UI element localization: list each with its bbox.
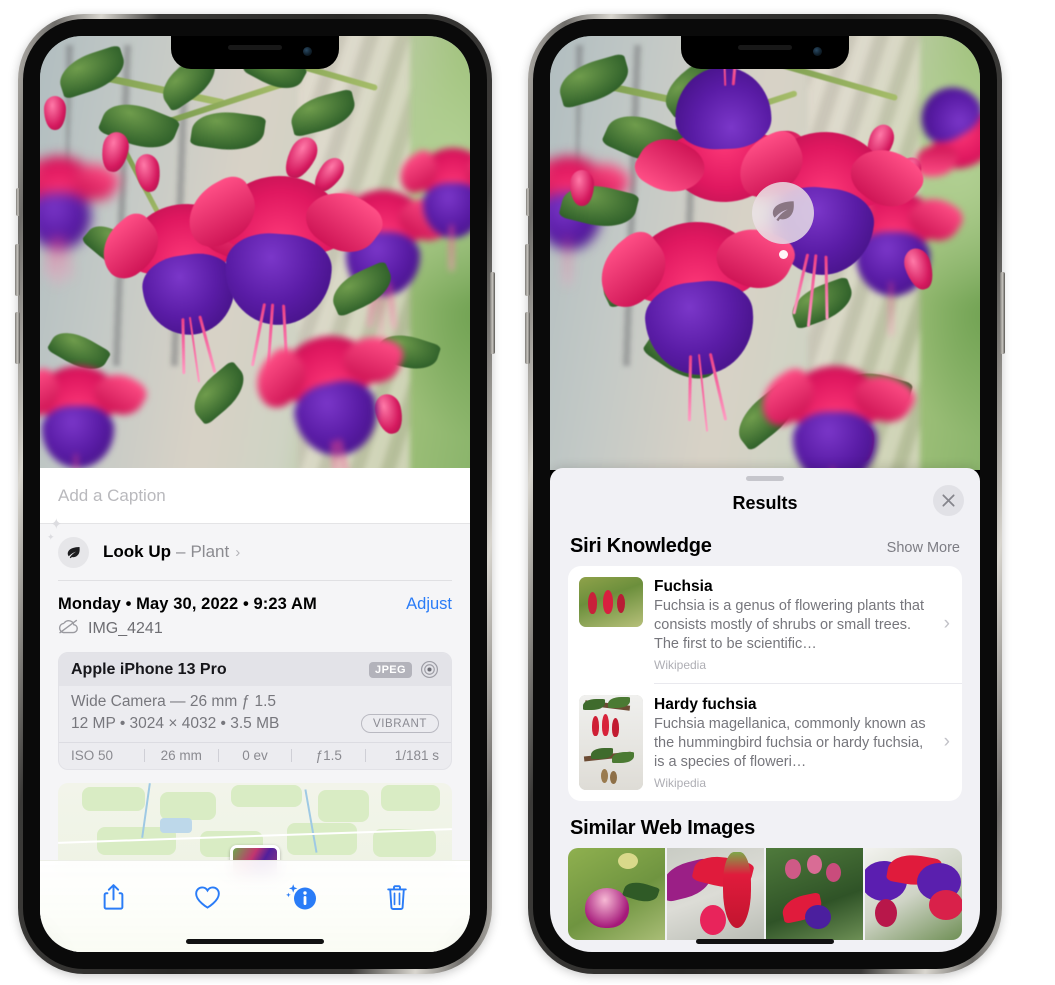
exif-header: Apple iPhone 13 Pro JPEG — [59, 653, 451, 686]
look-up-value: Plant — [190, 542, 230, 561]
favorite-button[interactable] — [188, 877, 228, 917]
date-row: Monday • May 30, 2022 • 9:23 AM Adjust — [58, 581, 452, 614]
info-button[interactable] — [282, 877, 322, 917]
home-indicator-right[interactable] — [696, 939, 834, 944]
results-sheet: Results Siri Knowledge Show More Fuchsia… — [550, 468, 980, 952]
siri-knowledge-results: Fuchsia Fuchsia is a genus of flowering … — [568, 566, 962, 801]
look-up-section: ✦ ✦ Look Up – Plant › — [40, 517, 470, 580]
similar-web-images-header: Similar Web Images — [550, 801, 980, 848]
similar-web-images-title: Similar Web Images — [570, 816, 755, 839]
exif-shutter-speed: 1/181 s — [394, 748, 439, 763]
sparkle-icon: ✦ — [50, 516, 63, 533]
siri-knowledge-header: Siri Knowledge Show More — [550, 525, 980, 566]
format-badge: JPEG — [369, 661, 412, 678]
result-description: Fuchsia is a genus of flowering plants t… — [654, 598, 925, 653]
iphone-right: Results Siri Knowledge Show More Fuchsia… — [525, 14, 1005, 974]
exif-stats-row: ISO 50 26 mm 0 ev ƒ1.5 1/181 s — [59, 742, 451, 769]
photo-viewer-left[interactable] — [40, 36, 470, 470]
show-more-button[interactable]: Show More — [887, 540, 960, 556]
result-thumbnail — [579, 694, 643, 790]
photo-date: Monday • May 30, 2022 • 9:23 AM — [58, 595, 317, 613]
similar-image-item[interactable] — [667, 847, 764, 940]
result-title: Hardy fuchsia — [654, 695, 757, 713]
iphone-left: Add a Caption ✦ ✦ Look Up – Plant › Mond… — [15, 14, 495, 974]
volume-down-button-left[interactable] — [15, 312, 20, 364]
exif-body: Wide Camera — 26 mm ƒ 1.5 12 MP • 3024 ×… — [59, 686, 451, 742]
leaf-icon — [768, 196, 798, 231]
photo-filename: IMG_4241 — [88, 620, 163, 637]
look-up-label: Look Up — [103, 542, 171, 561]
earpiece-speaker — [228, 45, 282, 50]
power-button-right[interactable] — [1000, 272, 1005, 354]
chevron-right-icon: › — [235, 543, 241, 561]
exif-card[interactable]: Apple iPhone 13 Pro JPEG Wide Camera — 2… — [58, 652, 452, 770]
similar-image-item[interactable] — [766, 847, 863, 940]
power-button-left[interactable] — [490, 272, 495, 354]
screenshot-stage: Add a Caption ✦ ✦ Look Up – Plant › Mond… — [0, 0, 1055, 985]
aperture-icon — [420, 660, 439, 679]
visual-lookup-badge[interactable] — [752, 182, 814, 244]
look-up-dash: – — [176, 542, 186, 561]
delete-button[interactable] — [377, 877, 417, 917]
close-icon — [942, 494, 955, 507]
result-description: Fuchsia magellanica, commonly known as t… — [654, 716, 926, 770]
front-camera-icon — [303, 47, 312, 56]
home-indicator-left[interactable] — [186, 939, 324, 944]
sheet-title: Results — [732, 492, 798, 513]
caption-field-row[interactable]: Add a Caption — [40, 468, 470, 524]
result-title: Fuchsia — [654, 578, 713, 595]
earpiece-speaker — [738, 45, 792, 50]
exif-exposure-value: 0 ev — [242, 748, 268, 763]
front-camera-icon — [813, 47, 822, 56]
look-up-row[interactable]: ✦ ✦ Look Up – Plant › — [47, 517, 452, 580]
camera-device-name: Apple iPhone 13 Pro — [71, 660, 227, 678]
sheet-header: Results — [550, 481, 980, 525]
result-thumbnail — [579, 577, 643, 627]
image-specs: 12 MP • 3024 × 4032 • 3.5 MB — [71, 714, 280, 732]
share-button[interactable] — [93, 877, 133, 917]
visual-lookup-pointer — [779, 250, 788, 259]
notch-right — [681, 36, 849, 69]
screen-left: Add a Caption ✦ ✦ Look Up – Plant › Mond… — [40, 36, 470, 952]
notch-left — [171, 36, 339, 69]
knowledge-result-row[interactable]: Hardy fuchsia Fuchsia magellanica, commo… — [568, 684, 962, 801]
siri-knowledge-title: Siri Knowledge — [570, 535, 712, 557]
leaf-icon — [58, 536, 89, 568]
similar-web-images-row[interactable] — [568, 847, 962, 940]
result-source: Wikipedia — [654, 775, 707, 790]
screen-right: Results Siri Knowledge Show More Fuchsia… — [550, 36, 980, 952]
similar-image-item[interactable] — [865, 847, 962, 940]
filename-row: IMG_4241 — [58, 619, 452, 639]
similar-image-item[interactable] — [568, 847, 665, 940]
result-source: Wikipedia — [654, 657, 707, 672]
volume-down-button-right[interactable] — [525, 312, 530, 364]
caption-input[interactable]: Add a Caption — [58, 486, 166, 506]
adjust-button[interactable]: Adjust — [406, 595, 452, 614]
exif-aperture: ƒ1.5 — [315, 748, 342, 763]
exif-iso: ISO 50 — [71, 748, 114, 763]
chevron-right-icon: › — [943, 731, 950, 753]
knowledge-result-row[interactable]: Fuchsia Fuchsia is a genus of flowering … — [568, 566, 962, 683]
chevron-right-icon: › — [943, 613, 950, 635]
exif-focal-length: 26 mm — [160, 748, 202, 763]
close-button[interactable] — [933, 485, 964, 516]
volume-up-button-right[interactable] — [525, 244, 530, 296]
cloud-slash-icon — [58, 619, 79, 639]
volume-up-button-left[interactable] — [15, 244, 20, 296]
photographic-style-badge: VIBRANT — [360, 714, 439, 733]
photo-viewer-right[interactable] — [550, 36, 980, 470]
sparkle-small-icon: ✦ — [47, 532, 55, 542]
lens-info: Wide Camera — 26 mm ƒ 1.5 — [71, 693, 277, 710]
mute-switch-right[interactable] — [526, 188, 530, 216]
mute-switch-left[interactable] — [16, 188, 20, 216]
photo-info-panel: Add a Caption ✦ ✦ Look Up – Plant › Mond… — [40, 468, 470, 952]
